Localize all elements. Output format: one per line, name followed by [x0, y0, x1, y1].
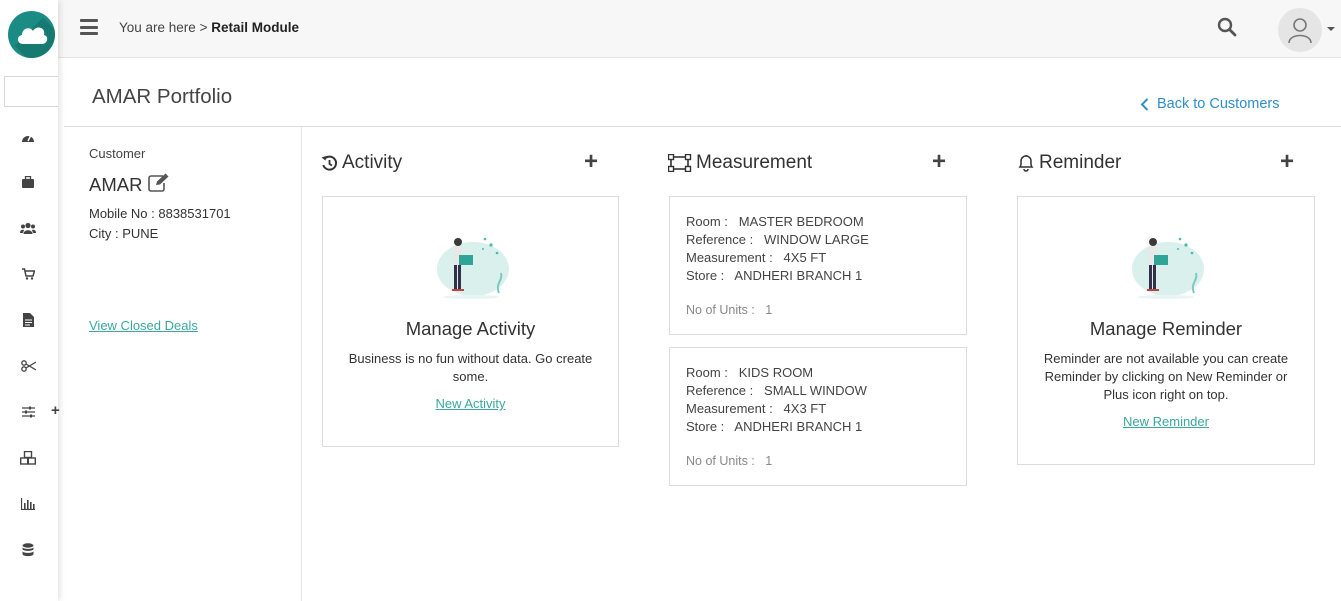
measurement-store: Store : ANDHERI BRANCH 1	[686, 419, 863, 434]
customer-name-row: AMAR	[89, 173, 170, 197]
measurement-heading: Measurement	[668, 152, 812, 174]
chevron-left-icon	[1140, 97, 1149, 111]
chevron-down-icon[interactable]	[1327, 27, 1335, 31]
measurement-card[interactable]: Room : KIDS ROOM Reference : SMALL WINDO…	[669, 347, 967, 486]
sidebar-expand-icon[interactable]: +	[51, 402, 60, 419]
cart-icon[interactable]	[19, 265, 37, 283]
new-reminder-link[interactable]: New Reminder	[1018, 414, 1314, 429]
customer-name: AMAR	[89, 174, 143, 195]
app-logo[interactable]	[8, 11, 55, 58]
customer-panel-divider	[301, 127, 302, 601]
activity-heading-label: Activity	[342, 152, 403, 173]
breadcrumb-prefix: You are here >	[119, 20, 208, 35]
add-measurement-button[interactable]: +	[932, 150, 946, 174]
menu-toggle-icon[interactable]	[80, 19, 98, 35]
activity-empty-title: Manage Activity	[405, 318, 536, 339]
sidebar-search-input[interactable]	[4, 76, 58, 107]
user-avatar[interactable]	[1278, 8, 1322, 52]
history-icon	[321, 155, 338, 171]
measurement-size: Measurement : 4X3 FT	[686, 401, 827, 416]
customer-mobile: Mobile No : 8838531701	[89, 206, 231, 221]
briefcase-icon[interactable]	[19, 173, 37, 191]
users-icon[interactable]	[19, 219, 37, 237]
page-title: AMAR Portfolio	[92, 85, 233, 108]
dashboard-icon[interactable]	[19, 128, 37, 146]
breadcrumb-current[interactable]: Retail Module	[211, 20, 299, 35]
measurement-units: No of Units : 1	[686, 454, 773, 468]
measurement-heading-label: Measurement	[696, 152, 813, 173]
view-closed-deals-link[interactable]: View Closed Deals	[89, 318, 198, 333]
activity-empty-description: Business is no fun without data. Go crea…	[348, 351, 593, 384]
measurement-room: Room : KIDS ROOM	[686, 365, 814, 380]
database-icon[interactable]	[19, 541, 37, 559]
header-divider	[64, 126, 1341, 127]
search-icon[interactable]	[1217, 17, 1237, 42]
reminder-empty-description: Reminder are not available you can creat…	[1043, 351, 1289, 402]
new-activity-link[interactable]: New Activity	[323, 396, 618, 411]
back-link-label: Back to Customers	[1157, 96, 1280, 112]
customer-city: City : PUNE	[89, 226, 159, 241]
sliders-icon[interactable]	[19, 403, 37, 421]
edit-icon[interactable]	[148, 173, 170, 197]
sidebar	[0, 0, 58, 601]
measurement-store: Store : ANDHERI BRANCH 1	[686, 268, 863, 283]
measurement-reference: Reference : WINDOW LARGE	[686, 232, 869, 247]
measurement-card[interactable]: Room : MASTER BEDROOM Reference : WINDOW…	[669, 196, 967, 335]
measurement-units: No of Units : 1	[686, 303, 773, 317]
add-reminder-button[interactable]: +	[1280, 150, 1294, 174]
reminder-heading-label: Reminder	[1039, 152, 1122, 173]
reminder-card: Manage Reminder Reminder are not availab…	[1017, 196, 1315, 465]
bar-chart-icon[interactable]	[19, 495, 37, 513]
back-to-customers-link[interactable]: Back to Customers	[1140, 96, 1280, 112]
document-icon[interactable]	[19, 311, 37, 329]
measurement-size: Measurement : 4X5 FT	[686, 250, 827, 265]
ruler-square-icon	[668, 154, 692, 172]
empty-state-illustration	[1132, 237, 1204, 299]
measurement-reference: Reference : SMALL WINDOW	[686, 383, 867, 398]
empty-state-illustration	[437, 237, 509, 299]
topbar: You are here > Retail Module	[58, 0, 1341, 58]
activity-card: Manage Activity Business is no fun witho…	[322, 196, 619, 447]
measurement-room: Room : MASTER BEDROOM	[686, 214, 864, 229]
reminder-heading: Reminder	[1017, 152, 1121, 174]
add-activity-button[interactable]: +	[584, 150, 598, 174]
customer-label: Customer	[89, 146, 146, 161]
cubes-icon[interactable]	[19, 449, 37, 467]
reminder-empty-title: Manage Reminder	[1089, 318, 1243, 339]
breadcrumb: You are here > Retail Module	[119, 20, 299, 35]
bell-icon	[1018, 155, 1034, 172]
scissors-icon[interactable]	[19, 357, 37, 375]
activity-heading: Activity	[321, 152, 402, 174]
